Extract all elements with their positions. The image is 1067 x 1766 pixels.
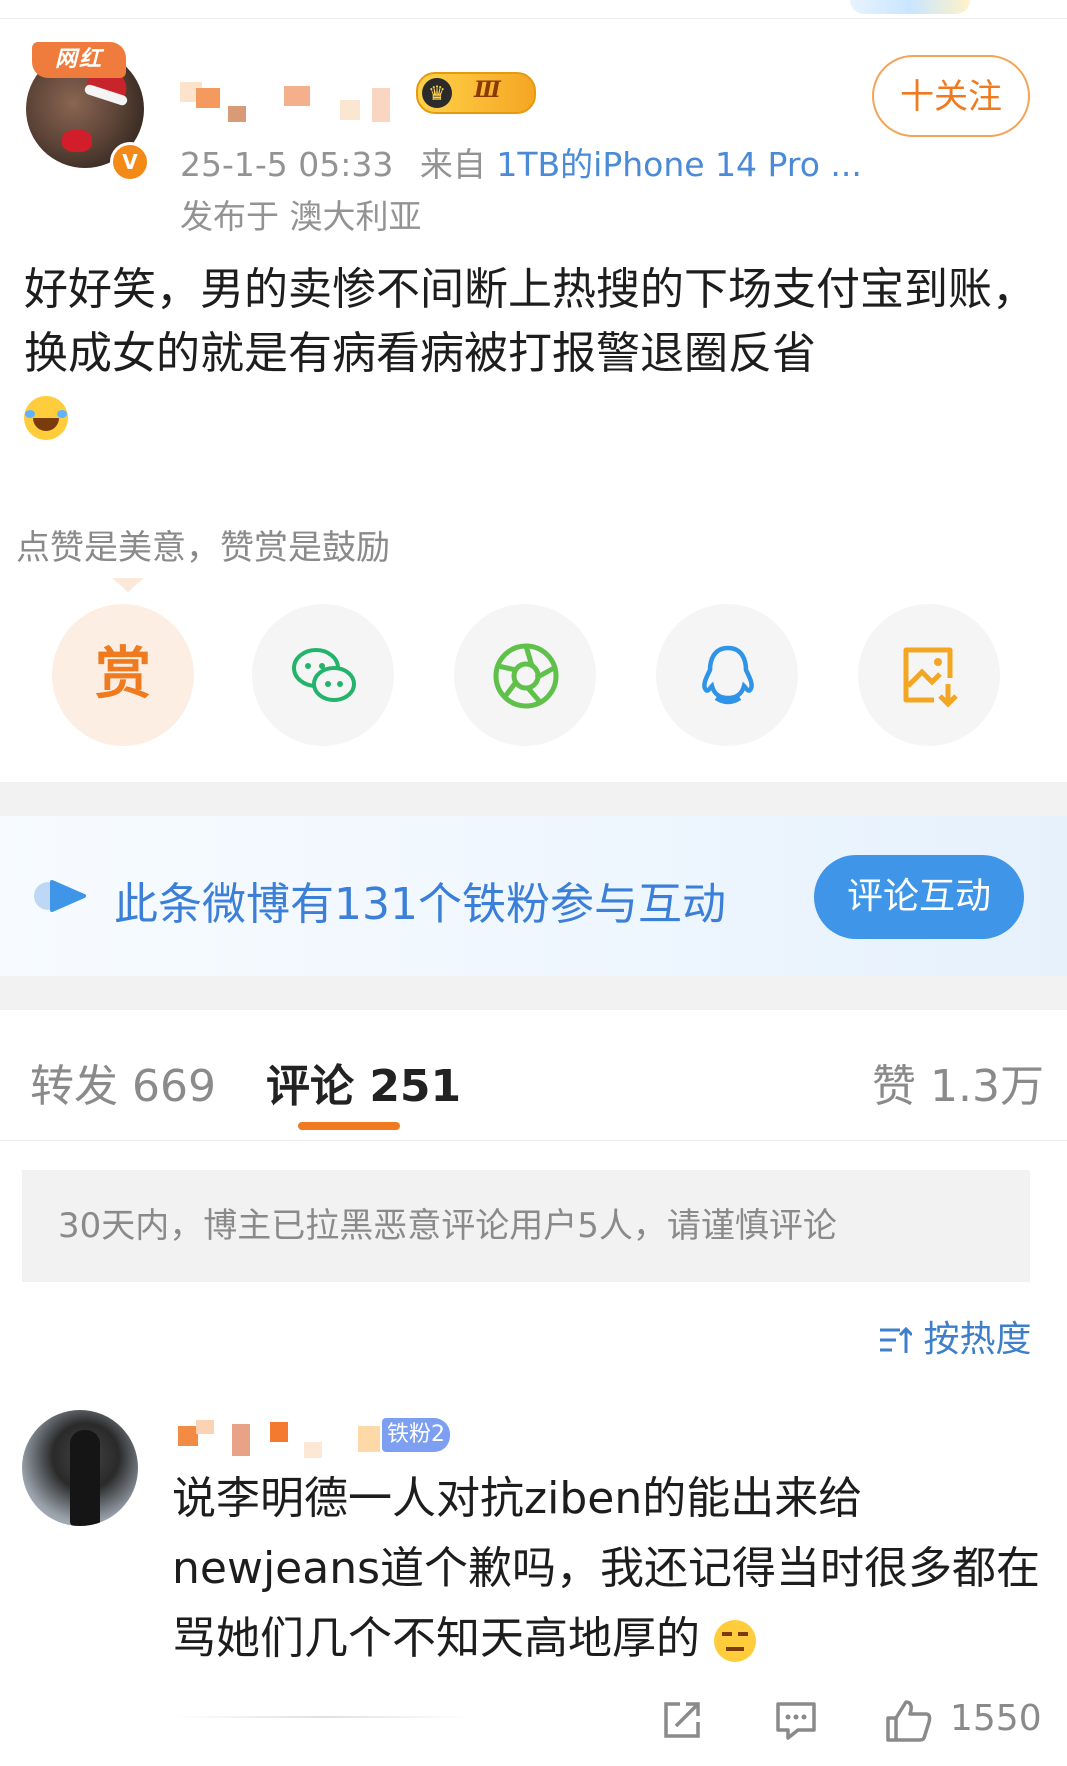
commenter-name-mosaic[interactable] — [178, 1420, 388, 1460]
crown-icon: ♛ — [422, 78, 452, 108]
comment-text: 说李明德一人对抗ziben的能出来给newjeans道个歉吗，我还记得当时很多都… — [172, 1464, 1042, 1674]
active-tab-indicator — [298, 1122, 400, 1130]
post-source-link[interactable]: 1TB的iPhone 14 Pro ... — [496, 145, 861, 184]
save-image-button[interactable] — [858, 604, 1000, 746]
tab-divider — [0, 1140, 1067, 1141]
sort-by-hot-button[interactable]: 按热度 — [878, 1310, 1031, 1362]
section-gap — [0, 976, 1067, 1010]
level-badge: ♛ Ⅲ — [416, 72, 536, 114]
post-meta: 25-1-5 05:33 来自 1TB的iPhone 14 Pro ... — [180, 138, 862, 186]
smirk-emoji-icon — [714, 1620, 756, 1662]
moments-icon — [493, 643, 559, 709]
influencer-badge: 网红 — [32, 42, 126, 78]
tab-comment[interactable]: 评论 251 — [266, 1050, 461, 1114]
reward-button[interactable]: 赏 — [52, 604, 194, 746]
post-text: 好好笑，男的卖惨不间断上热搜的下场支付宝到账，换成女的就是有病看病被打报警退圈反… — [24, 264, 1036, 379]
red-bow — [62, 130, 92, 152]
avatar-figure — [70, 1430, 100, 1526]
share-qq-button[interactable] — [656, 604, 798, 746]
section-gap — [0, 782, 1067, 816]
post-location: 发布于 澳大利亚 — [180, 197, 422, 236]
comment-interact-button[interactable]: 评论互动 — [814, 855, 1024, 939]
level-number: Ⅲ — [474, 77, 501, 103]
commenter-avatar[interactable] — [22, 1410, 138, 1526]
wechat-icon — [292, 648, 356, 702]
comment-like-count: 1550 — [950, 1698, 1042, 1739]
reply-icon[interactable] — [774, 1698, 818, 1742]
share-moments-button[interactable] — [454, 604, 596, 746]
like-icon[interactable] — [884, 1698, 932, 1744]
qq-icon — [702, 645, 754, 705]
comment-body: 说李明德一人对抗ziben的能出来给newjeans道个歉吗，我还记得当时很多都… — [172, 1473, 1041, 1664]
source-prefix: 来自 — [419, 145, 486, 184]
sort-label: 按热度 — [923, 1319, 1032, 1360]
tab-repost[interactable]: 转发 669 — [30, 1050, 216, 1114]
moderation-notice: 30天内，博主已拉黑恶意评论用户5人，请谨慎评论 — [22, 1170, 1030, 1282]
username-mosaic[interactable] — [180, 82, 390, 122]
save-image-icon — [903, 647, 958, 708]
share-wechat-button[interactable] — [252, 604, 394, 746]
fan-level-badge: 铁粉2 — [382, 1418, 450, 1452]
decorative-banner — [850, 0, 970, 14]
fans-banner-text: 此条微博有131个铁粉参与互动 — [114, 879, 726, 930]
comment-footer-divider — [172, 1716, 472, 1718]
hint-arrow — [112, 578, 144, 592]
fans-interaction-icon — [34, 880, 86, 912]
tab-like[interactable]: 赞 1.3万 — [872, 1050, 1044, 1114]
sort-icon — [880, 1326, 914, 1353]
verified-icon: V — [110, 142, 150, 182]
post-timestamp: 25-1-5 05:33 — [180, 145, 394, 184]
top-divider — [0, 18, 1067, 19]
reward-hint: 点赞是美意，赞赏是鼓励 — [16, 528, 390, 568]
share-icon[interactable] — [660, 1698, 704, 1742]
laugh-cry-emoji-icon — [24, 396, 68, 440]
follow-button[interactable]: 十关注 — [872, 55, 1030, 137]
